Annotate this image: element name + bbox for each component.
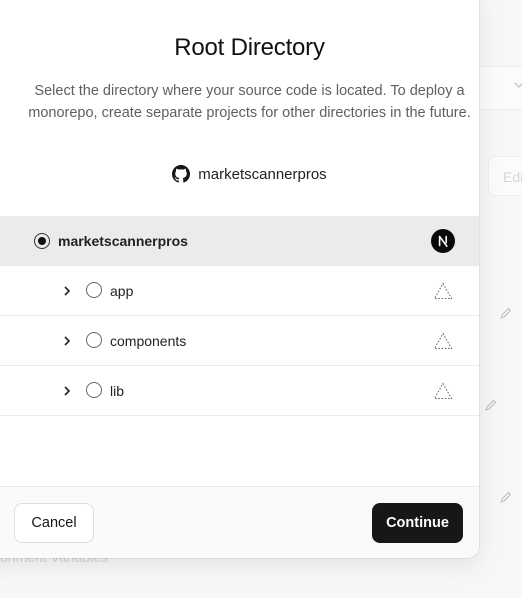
root-directory-modal: Root Directory Select the directory wher… bbox=[0, 0, 479, 558]
dashed-triangle-icon bbox=[433, 331, 453, 349]
chevron-down-icon bbox=[514, 82, 522, 88]
app-radio[interactable] bbox=[86, 282, 102, 298]
components-radio[interactable] bbox=[86, 332, 102, 348]
directory-row-lib[interactable]: lib bbox=[0, 366, 479, 416]
dashed-triangle-icon bbox=[433, 381, 453, 399]
root-radio[interactable] bbox=[34, 232, 50, 249]
directory-row-app[interactable]: app bbox=[0, 266, 479, 316]
dashed-triangle-icon bbox=[433, 281, 453, 299]
nextjs-icon bbox=[431, 229, 455, 253]
directory-label: components bbox=[110, 332, 187, 349]
directory-row-root[interactable]: marketscannerpros bbox=[0, 216, 479, 266]
chevron-right-icon[interactable] bbox=[61, 285, 73, 297]
pencil-icon bbox=[500, 307, 512, 319]
github-icon bbox=[172, 165, 191, 183]
modal-footer: Cancel Continue bbox=[0, 486, 479, 558]
pencil-icon bbox=[485, 399, 497, 411]
directory-row-components[interactable]: components bbox=[0, 316, 479, 366]
background-edit-field: Edi bbox=[488, 156, 522, 196]
lib-radio[interactable] bbox=[86, 382, 102, 398]
directory-label: app bbox=[110, 282, 134, 299]
pencil-icon bbox=[500, 491, 512, 503]
continue-button[interactable]: Continue bbox=[372, 503, 463, 543]
directory-label: lib bbox=[110, 382, 125, 399]
chevron-right-icon[interactable] bbox=[61, 385, 73, 397]
directory-list: marketscannerpros app components lib bbox=[0, 216, 479, 416]
modal-title: Root Directory bbox=[174, 34, 325, 61]
repository-name: marketscannerpros bbox=[198, 165, 327, 183]
cancel-button[interactable]: Cancel bbox=[14, 503, 94, 543]
directory-label: marketscannerpros bbox=[58, 233, 188, 249]
modal-description: Select the directory where your source c… bbox=[28, 83, 471, 121]
chevron-right-icon[interactable] bbox=[61, 335, 73, 347]
repository-label: marketscannerpros bbox=[0, 165, 479, 183]
